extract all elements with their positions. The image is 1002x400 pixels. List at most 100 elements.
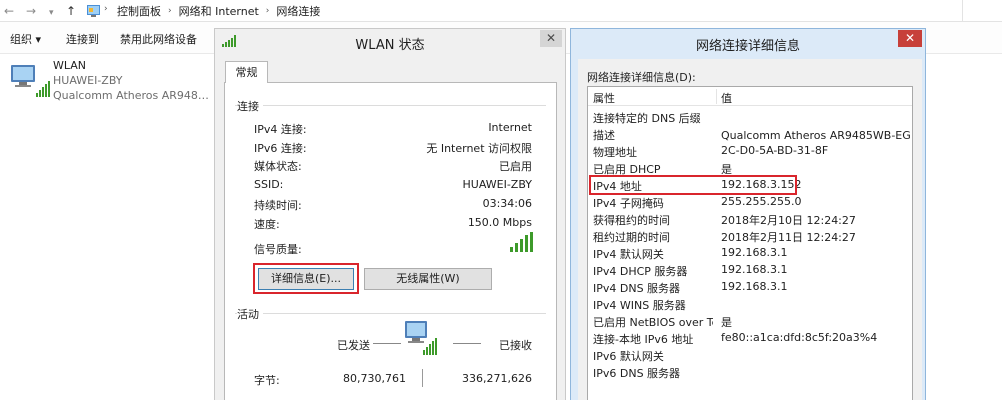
ipv4-address-highlight xyxy=(589,175,797,195)
duration-value: 03:34:06 xyxy=(482,197,532,210)
general-tab-panel: 连接 IPv4 连接: Internet IPv6 连接: 无 Internet… xyxy=(224,82,557,400)
bytes-sent-value: 80,730,761 xyxy=(343,372,406,385)
connection-adapter: Qualcomm Atheros AR9485W... xyxy=(53,89,213,102)
wlan-adapter-icon xyxy=(11,65,50,97)
bytes-received-value: 336,271,626 xyxy=(462,372,532,385)
dialog-title: 网络连接详细信息 xyxy=(695,39,800,54)
value-cell: fe80::a1ca:dfd:8c5f:20a3%4 xyxy=(721,331,878,344)
breadcrumb-item[interactable]: 控制面板 xyxy=(117,3,161,19)
bytes-divider xyxy=(422,369,423,387)
connect-to-button[interactable]: 连接到 xyxy=(66,31,99,47)
value-cell: 192.168.3.1 xyxy=(721,263,788,276)
list-item[interactable]: IPv6 DNS 服务器 xyxy=(588,363,912,380)
list-item[interactable]: 已启用 DHCP 是 xyxy=(588,159,912,176)
breadcrumb-separator-icon: › xyxy=(168,6,172,16)
signal-quality-label: 信号质量: xyxy=(254,243,302,256)
property-cell: 连接-本地 IPv6 地址 xyxy=(593,333,694,346)
list-item[interactable]: IPv4 WINS 服务器 xyxy=(588,295,912,312)
signal-bars-icon xyxy=(510,232,533,252)
dialog-titlebar[interactable]: 网络连接详细信息 ✕ xyxy=(571,29,925,55)
property-cell: 连接特定的 DNS 后缀 xyxy=(593,112,701,125)
network-details-dialog: 网络连接详细信息 ✕ 网络连接详细信息(D): 属性 值 连接特定的 DNS 后… xyxy=(570,28,926,400)
received-label: 已接收 xyxy=(499,339,532,352)
ipv6-connectivity-value: 无 Internet 访问权限 xyxy=(426,142,532,155)
dialog-titlebar[interactable]: WLAN 状态 ✕ xyxy=(215,29,565,55)
value-cell: Qualcomm Atheros AR9485WB-EG 无线 xyxy=(721,129,912,142)
control-panel-icon xyxy=(87,5,100,17)
list-item[interactable]: 连接特定的 DNS 后缀 xyxy=(588,108,912,125)
sent-label: 已发送 xyxy=(337,339,370,352)
connection-ssid: HUAWEI-ZBY xyxy=(53,74,123,87)
activity-group-label: 活动 xyxy=(237,306,263,322)
property-cell: IPv4 DHCP 服务器 xyxy=(593,265,688,278)
property-cell: 获得租约的时间 xyxy=(593,214,670,227)
list-item[interactable]: IPv4 DNS 服务器 192.168.3.1 xyxy=(588,278,912,295)
address-bar: ← → ▾ ↑ › 控制面板 › 网络和 Internet › 网络连接 xyxy=(0,0,1002,22)
close-icon[interactable]: ✕ xyxy=(898,30,922,47)
breadcrumb-item[interactable]: 网络和 Internet xyxy=(179,3,259,19)
property-cell: 描述 xyxy=(593,129,615,142)
value-cell: 2018年2月11日 12:24:27 xyxy=(721,231,856,244)
search-box[interactable] xyxy=(962,0,1002,22)
group-divider xyxy=(235,105,546,106)
ipv4-connectivity-label: IPv4 连接: xyxy=(254,123,307,136)
details-button[interactable]: 详细信息(E)... xyxy=(258,268,354,290)
list-item[interactable]: IPv4 默认网关 192.168.3.1 xyxy=(588,244,912,261)
column-header-value[interactable]: 值 xyxy=(721,90,912,106)
list-item[interactable]: IPv4 子网掩码 255.255.255.0 xyxy=(588,193,912,210)
property-cell: IPv4 默认网关 xyxy=(593,248,664,261)
property-cell: 已启用 NetBIOS over Tc... xyxy=(593,316,713,329)
property-cell: IPv4 DNS 服务器 xyxy=(593,282,681,295)
wlan-connection-item[interactable]: WLAN HUAWEI-ZBY Qualcomm Atheros AR9485W… xyxy=(6,56,214,104)
list-item[interactable]: 获得租约的时间 2018年2月10日 12:24:27 xyxy=(588,210,912,227)
value-cell: 192.168.3.1 xyxy=(721,280,788,293)
network-computer-icon xyxy=(405,321,437,355)
property-cell: IPv4 WINS 服务器 xyxy=(593,299,686,312)
disable-device-button[interactable]: 禁用此网络设备 xyxy=(120,31,197,47)
property-cell: IPv6 DNS 服务器 xyxy=(593,367,681,380)
details-list[interactable]: 属性 值 连接特定的 DNS 后缀 描述 Qualcomm Atheros AR… xyxy=(587,86,913,400)
recent-locations-icon[interactable]: ▾ xyxy=(49,5,54,21)
value-cell: 2018年2月10日 12:24:27 xyxy=(721,214,856,227)
ssid-label: SSID: xyxy=(254,178,284,191)
column-divider[interactable] xyxy=(716,89,717,104)
property-cell: 租约过期的时间 xyxy=(593,231,670,244)
ipv6-connectivity-label: IPv6 连接: xyxy=(254,142,307,155)
list-item[interactable]: IPv4 DHCP 服务器 192.168.3.1 xyxy=(588,261,912,278)
received-line xyxy=(453,343,481,344)
up-arrow-icon[interactable]: ↑ xyxy=(66,3,76,19)
connection-group-label: 连接 xyxy=(237,98,263,114)
value-cell: 255.255.255.0 xyxy=(721,195,802,208)
tab-general[interactable]: 常规 xyxy=(225,61,268,83)
forward-arrow-icon[interactable]: → xyxy=(26,3,36,19)
bytes-label: 字节: xyxy=(254,374,280,387)
list-item[interactable]: 已启用 NetBIOS over Tc... 是 xyxy=(588,312,912,329)
list-item[interactable]: 描述 Qualcomm Atheros AR9485WB-EG 无线 xyxy=(588,125,912,142)
column-header-property[interactable]: 属性 xyxy=(593,90,713,106)
back-arrow-icon[interactable]: ← xyxy=(4,3,14,19)
media-state-label: 媒体状态: xyxy=(254,160,302,173)
details-list-label: 网络连接详细信息(D): xyxy=(587,71,696,84)
wireless-properties-button[interactable]: 无线属性(W) xyxy=(364,268,492,290)
value-cell: 2C-D0-5A-BD-31-8F xyxy=(721,144,829,157)
list-item[interactable]: IPv6 默认网关 xyxy=(588,346,912,363)
list-item[interactable]: 物理地址 2C-D0-5A-BD-31-8F xyxy=(588,142,912,159)
organize-button[interactable]: 组织 ▾ xyxy=(10,31,41,47)
value-cell: 是 xyxy=(721,316,732,329)
breadcrumb-item[interactable]: 网络连接 xyxy=(276,3,320,19)
breadcrumb-separator-icon: › xyxy=(265,6,270,16)
property-cell: IPv4 子网掩码 xyxy=(593,197,664,210)
property-cell: IPv6 默认网关 xyxy=(593,350,664,363)
wlan-status-dialog: WLAN 状态 ✕ 常规 连接 IPv4 连接: Internet IPv6 连… xyxy=(214,28,566,400)
group-divider xyxy=(235,313,546,314)
media-state-value: 已启用 xyxy=(499,160,532,173)
dialog-title: WLAN 状态 xyxy=(355,38,425,53)
connection-name: WLAN xyxy=(53,59,87,72)
breadcrumb: 控制面板 › 网络和 Internet › 网络连接 xyxy=(117,3,320,19)
details-body: 网络连接详细信息(D): 属性 值 连接特定的 DNS 后缀 描述 Qualco… xyxy=(578,59,922,400)
value-cell: 192.168.3.1 xyxy=(721,246,788,259)
list-item[interactable]: 连接-本地 IPv6 地址 fe80::a1ca:dfd:8c5f:20a3%4 xyxy=(588,329,912,346)
sent-line xyxy=(373,343,401,344)
close-icon[interactable]: ✕ xyxy=(540,30,562,47)
list-item[interactable]: 租约过期的时间 2018年2月11日 12:24:27 xyxy=(588,227,912,244)
